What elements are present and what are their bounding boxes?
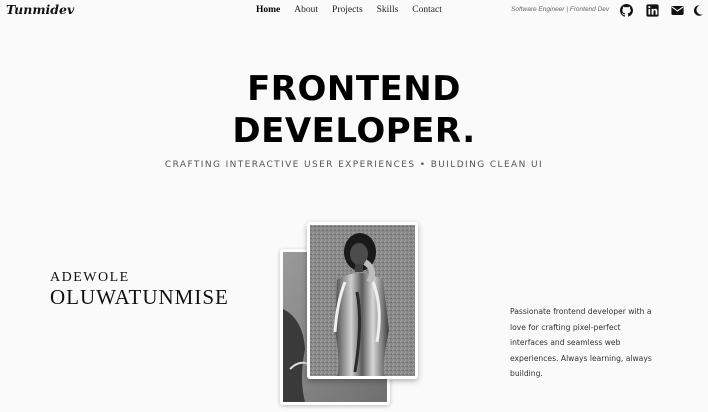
moon-icon[interactable]	[691, 4, 704, 17]
header-tagline: Software Engineer | Frontend Dev	[511, 6, 610, 13]
nav-link-projects[interactable]: Projects	[332, 5, 363, 15]
top-navbar: Tunmidev Home About Projects Skills Cont…	[0, 0, 708, 22]
mail-icon[interactable]	[671, 4, 684, 17]
hero-title: FRONTEND DEVELOPER.	[0, 68, 708, 152]
linkedin-icon[interactable]	[646, 4, 659, 17]
hero-title-line-1: FRONTEND	[247, 69, 461, 109]
profile-photo	[307, 222, 418, 379]
nav-link-home[interactable]: Home	[256, 5, 280, 15]
nav-link-about[interactable]: About	[294, 5, 318, 15]
hero-subtitle: CRAFTING INTERACTIVE USER EXPERIENCES • …	[164, 160, 544, 170]
nav-link-contact[interactable]: Contact	[412, 5, 442, 15]
site-logo[interactable]: Tunmidev	[6, 2, 74, 17]
nav-link-skills[interactable]: Skills	[377, 5, 399, 15]
hero-title-line-2: DEVELOPER.	[232, 111, 476, 151]
github-icon[interactable]	[620, 4, 633, 17]
profile-bio: Passionate frontend developer with a lov…	[510, 307, 652, 378]
profile-last-name: OLUWATUNMISE	[50, 285, 229, 309]
main-menu: Home About Projects Skills Contact	[256, 5, 456, 15]
profile-first-name: ADEWOLE	[50, 270, 130, 285]
